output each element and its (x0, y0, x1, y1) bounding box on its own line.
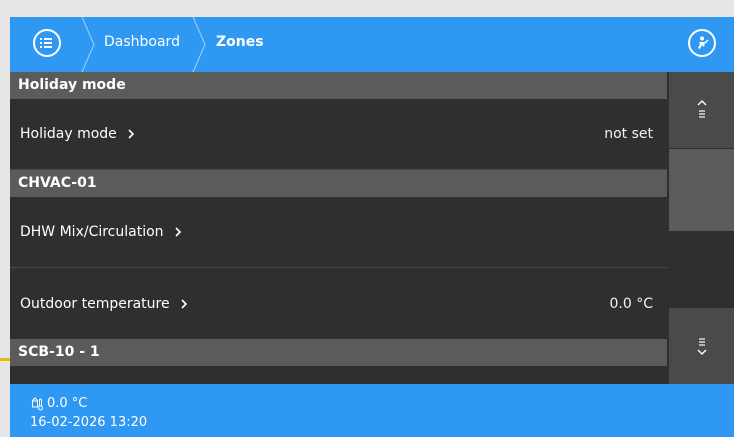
scroll-down-button[interactable] (669, 308, 734, 384)
scrollbar[interactable] (669, 72, 734, 384)
chevron-right-icon (128, 129, 134, 139)
footer-datetime: 16-02-2026 13:20 (30, 415, 148, 430)
breadcrumb-zones: Zones (216, 34, 264, 50)
scroll-thumb[interactable] (669, 149, 734, 231)
breadcrumb-dashboard[interactable]: Dashboard (104, 34, 180, 50)
chevron-right-icon (181, 298, 187, 309)
chevron-up-icon (697, 100, 706, 118)
header-bar: Dashboard Zones (10, 17, 734, 72)
breadcrumb-separator-icon (192, 17, 206, 72)
breadcrumb-separator-icon (81, 17, 95, 72)
section-header-holiday-mode: Holiday mode (10, 72, 667, 99)
menu-icon[interactable] (33, 29, 61, 57)
list-item-label: Outdoor temperature (20, 295, 170, 312)
chevron-right-icon (174, 227, 181, 237)
list-item-holiday-mode[interactable]: Holiday mode not set (10, 99, 667, 170)
outdoor-temperature-icon (31, 396, 43, 410)
section-header-scb-10-1: SCB-10 - 1 (10, 339, 667, 366)
list-item-value: not set (604, 126, 653, 142)
chevron-down-icon (697, 338, 706, 355)
list-item-label: Holiday mode (20, 126, 117, 142)
section-header-chvac-01: CHVAC-01 (10, 170, 667, 197)
list-item-dhw-mix-circulation[interactable]: DHW Mix/Circulation (10, 197, 667, 268)
scroll-up-button[interactable] (669, 72, 734, 148)
list-item-value: 0.0 °C (609, 295, 654, 312)
status-bar: 0.0 °C 16-02-2026 13:20 (10, 384, 734, 437)
installer-icon[interactable] (688, 29, 716, 57)
app-window: Dashboard Zones Holiday mode Holiday mod… (10, 17, 734, 437)
list-item-label: DHW Mix/Circulation (20, 224, 164, 240)
footer-temperature: 0.0 °C (47, 396, 88, 411)
list-item-outdoor-temperature[interactable]: Outdoor temperature 0.0 °C (10, 268, 667, 339)
zone-list: Holiday mode Holiday mode not set CHVAC-… (10, 72, 667, 384)
